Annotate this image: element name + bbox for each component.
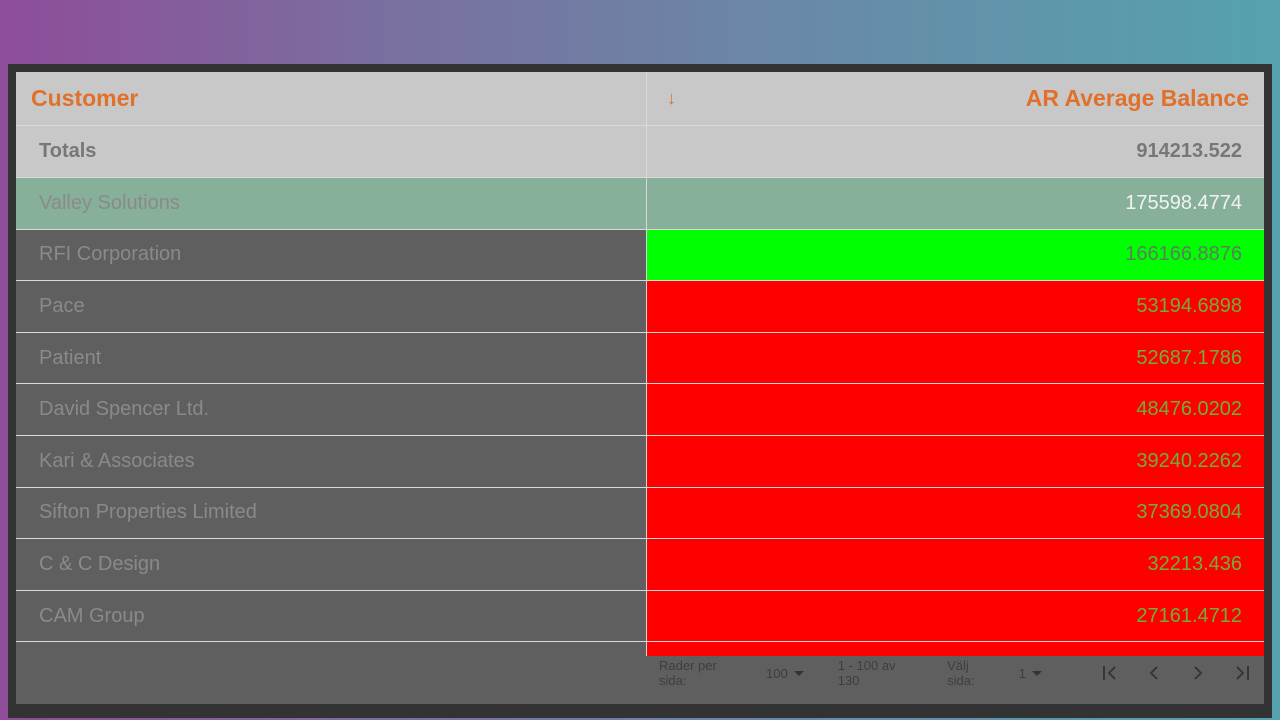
balance-cell[interactable]: 27161.4712 xyxy=(647,590,1264,642)
table-frame: Customer ↓ AR Average Balance Totals 914… xyxy=(8,64,1272,718)
rows-per-page-select[interactable]: 100 xyxy=(766,666,804,681)
balance-cell[interactable]: 39240.2262 xyxy=(647,435,1264,487)
totals-value: 914213.522 xyxy=(1136,140,1242,162)
pagination-nav xyxy=(1088,651,1264,695)
chevron-right-icon xyxy=(1194,666,1203,680)
previous-page-button[interactable] xyxy=(1132,651,1176,695)
balance-cell[interactable]: 175598.4774 xyxy=(647,178,1264,229)
pagination-bar: Rader per sida: 100 1 - 100 av 130 Välj … xyxy=(16,642,1264,704)
page-range-text: 1 - 100 av 130 xyxy=(837,658,896,688)
customer-cell[interactable]: RFI Corporation xyxy=(16,229,647,281)
balance-cell[interactable]: 32213.436 xyxy=(647,539,1264,590)
table-row[interactable]: Patient 52687.1786 xyxy=(16,332,1264,385)
rows-per-page-value: 100 xyxy=(766,665,788,681)
column-header-customer[interactable]: Customer xyxy=(16,72,647,125)
next-page-button[interactable] xyxy=(1176,651,1220,695)
totals-label: Totals xyxy=(16,126,647,177)
customer-cell[interactable]: Pace xyxy=(16,281,647,332)
table-row[interactable]: Valley Solutions 175598.4774 xyxy=(16,178,1264,230)
table-row[interactable]: CAM Group 27161.4712 xyxy=(16,590,1264,643)
totals-row: Totals 914213.522 xyxy=(16,126,1264,178)
customer-cell[interactable]: Patient xyxy=(16,332,647,384)
chevron-left-icon xyxy=(1149,666,1158,680)
customer-cell[interactable]: Sifton Properties Limited xyxy=(16,487,647,539)
first-page-button[interactable] xyxy=(1088,651,1132,695)
balance-cell[interactable]: 37369.0804 xyxy=(647,487,1264,539)
caret-down-icon xyxy=(793,670,804,676)
customer-cell[interactable]: David Spencer Ltd. xyxy=(16,384,647,435)
last-page-button[interactable] xyxy=(1220,651,1264,695)
first-page-icon xyxy=(1103,666,1116,680)
table-row[interactable]: David Spencer Ltd. 48476.0202 xyxy=(16,384,1264,436)
table-row[interactable]: Pace 53194.6898 xyxy=(16,281,1264,333)
balance-cell[interactable]: 166166.8876 xyxy=(647,229,1264,281)
caret-down-icon xyxy=(1032,670,1042,676)
page-select-value: 1 xyxy=(1018,665,1026,681)
balance-cell[interactable]: 52687.1786 xyxy=(647,332,1264,384)
rows-per-page-label: Rader per sida: xyxy=(659,658,717,688)
customer-cell[interactable]: Valley Solutions xyxy=(16,178,647,229)
column-header-label: AR Average Balance xyxy=(1025,85,1249,111)
sort-descending-icon[interactable]: ↓ xyxy=(667,88,676,109)
customer-cell[interactable]: CAM Group xyxy=(16,590,647,642)
last-page-icon xyxy=(1236,666,1249,680)
table-row[interactable]: Kari & Associates 39240.2262 xyxy=(16,435,1264,488)
customer-cell[interactable]: Kari & Associates xyxy=(16,435,647,487)
table-row[interactable]: RFI Corporation 166166.8876 xyxy=(16,229,1264,282)
data-table: Customer ↓ AR Average Balance Totals 914… xyxy=(16,72,1264,704)
table-header: Customer ↓ AR Average Balance xyxy=(16,72,1264,126)
balance-cell[interactable]: 53194.6898 xyxy=(647,281,1264,332)
select-page-label: Välj sida: xyxy=(947,658,975,688)
page-select[interactable]: 1 xyxy=(1019,666,1042,681)
balance-cell[interactable]: 48476.0202 xyxy=(647,384,1264,435)
column-header-ar-average-balance[interactable]: ↓ AR Average Balance xyxy=(647,72,1264,125)
table-row[interactable]: Sifton Properties Limited 37369.0804 xyxy=(16,487,1264,540)
table-row[interactable]: C & C Design 32213.436 xyxy=(16,539,1264,591)
customer-cell[interactable]: C & C Design xyxy=(16,539,647,590)
